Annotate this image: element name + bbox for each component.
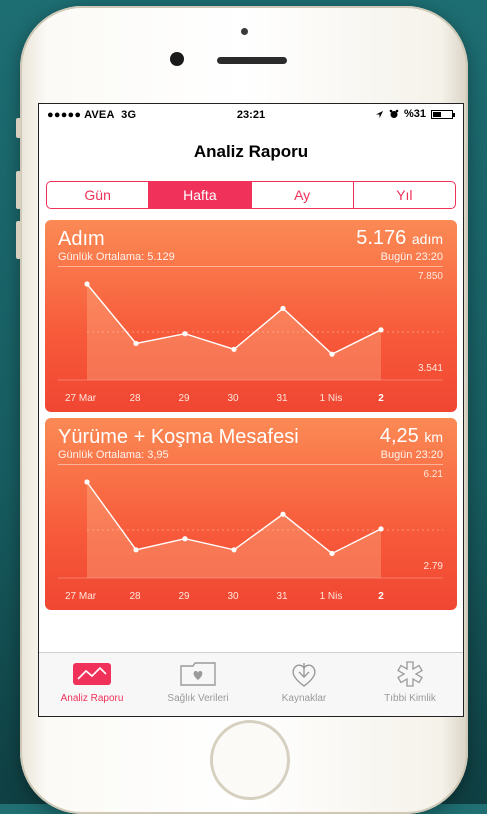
segment-week[interactable]: Hafta: [149, 182, 252, 208]
data-point: [84, 281, 90, 287]
data-point: [280, 305, 286, 311]
x-tick-label: 31: [276, 393, 288, 404]
x-tick-label: 28: [129, 591, 141, 602]
data-point: [329, 351, 335, 357]
data-point: [231, 547, 237, 553]
distance-card[interactable]: Yürüme + Koşma Mesafesi 4,25 km Günlük O…: [45, 418, 457, 610]
folder-heart-icon: [179, 661, 217, 687]
steps-card[interactable]: Adım 5.176 adım Günlük Ortalama: 5.129 B…: [45, 220, 457, 412]
y-max-label: 6.21: [424, 469, 444, 480]
mute-switch: [16, 118, 21, 138]
data-point: [378, 327, 384, 333]
x-tick-label: 27 Mar: [65, 591, 97, 602]
earpiece-speaker: [217, 57, 287, 64]
proximity-sensor: [241, 28, 248, 35]
y-min-label: 2.79: [424, 561, 444, 572]
data-point: [182, 331, 188, 337]
x-tick-label: 29: [178, 393, 190, 404]
y-max-label: 7.850: [418, 271, 443, 282]
data-point: [84, 479, 90, 485]
data-point: [182, 536, 188, 542]
tab-label: Analiz Raporu: [60, 693, 124, 704]
tab-analiz-raporu[interactable]: Analiz Raporu: [39, 653, 145, 716]
x-tick-label: 31: [276, 591, 288, 602]
front-camera: [170, 52, 184, 66]
data-point: [329, 550, 335, 557]
x-tick-label: 27 Mar: [65, 393, 97, 404]
volume-up-button: [16, 171, 21, 209]
battery-percent: %31: [403, 108, 426, 120]
y-min-label: 3.541: [418, 363, 443, 374]
tab-label: Tıbbi Kimlik: [384, 693, 436, 704]
tab-kaynaklar[interactable]: Kaynaklar: [251, 653, 357, 716]
x-tick-label: 30: [227, 591, 239, 602]
distance-chart: 6.21 2.79 27 Mar 28 29 30 31 1 Nis 2: [58, 469, 444, 602]
tab-bar: Analiz Raporu Sağlık Verileri Kaynaklar …: [39, 652, 463, 716]
status-bar: ●●●●● AVEA 3G 23:21 %31: [39, 104, 463, 126]
segment-month[interactable]: Ay: [252, 182, 354, 208]
segment-day[interactable]: Gün: [47, 182, 150, 208]
tab-label: Kaynaklar: [281, 693, 327, 704]
x-tick-label: 2: [378, 591, 384, 602]
tab-label: Sağlık Verileri: [167, 693, 229, 704]
status-right: %31: [375, 108, 455, 120]
medical-star-icon: [396, 661, 424, 687]
segment-year[interactable]: Yıl: [354, 182, 455, 208]
x-tick-label: 2: [378, 393, 384, 404]
battery-icon: [431, 109, 455, 119]
x-tick-label: 28: [129, 393, 141, 404]
screen: ●●●●● AVEA 3G 23:21 %31 Analiz Raporu Gü…: [38, 103, 464, 717]
tab-saglik-verileri[interactable]: Sağlık Verileri: [145, 653, 251, 716]
x-tick-label: 1 Nis: [320, 393, 343, 404]
series-line: [86, 481, 382, 555]
period-segmented-control: Gün Hafta Ay Yıl: [46, 181, 456, 209]
home-button[interactable]: [210, 720, 290, 800]
download-heart-icon: [289, 661, 319, 687]
data-point: [280, 511, 286, 517]
data-point: [133, 340, 139, 347]
volume-down-button: [16, 221, 21, 259]
alarm-icon: [389, 109, 399, 118]
x-tick-label: 1 Nis: [320, 591, 343, 602]
chart-icon: [72, 661, 112, 687]
x-tick-label: 30: [227, 393, 239, 404]
data-point: [133, 547, 139, 553]
page-title: Analiz Raporu: [193, 142, 309, 161]
steps-chart: 7.850 3.541 27 Mar 28 29 30 31 1 Nis 2: [58, 271, 443, 404]
data-point: [378, 526, 384, 532]
location-arrow-icon: [375, 110, 384, 118]
x-tick-label: 29: [178, 591, 190, 602]
tab-tibbi-kimlik[interactable]: Tıbbi Kimlik: [357, 653, 463, 716]
data-point: [231, 346, 237, 352]
